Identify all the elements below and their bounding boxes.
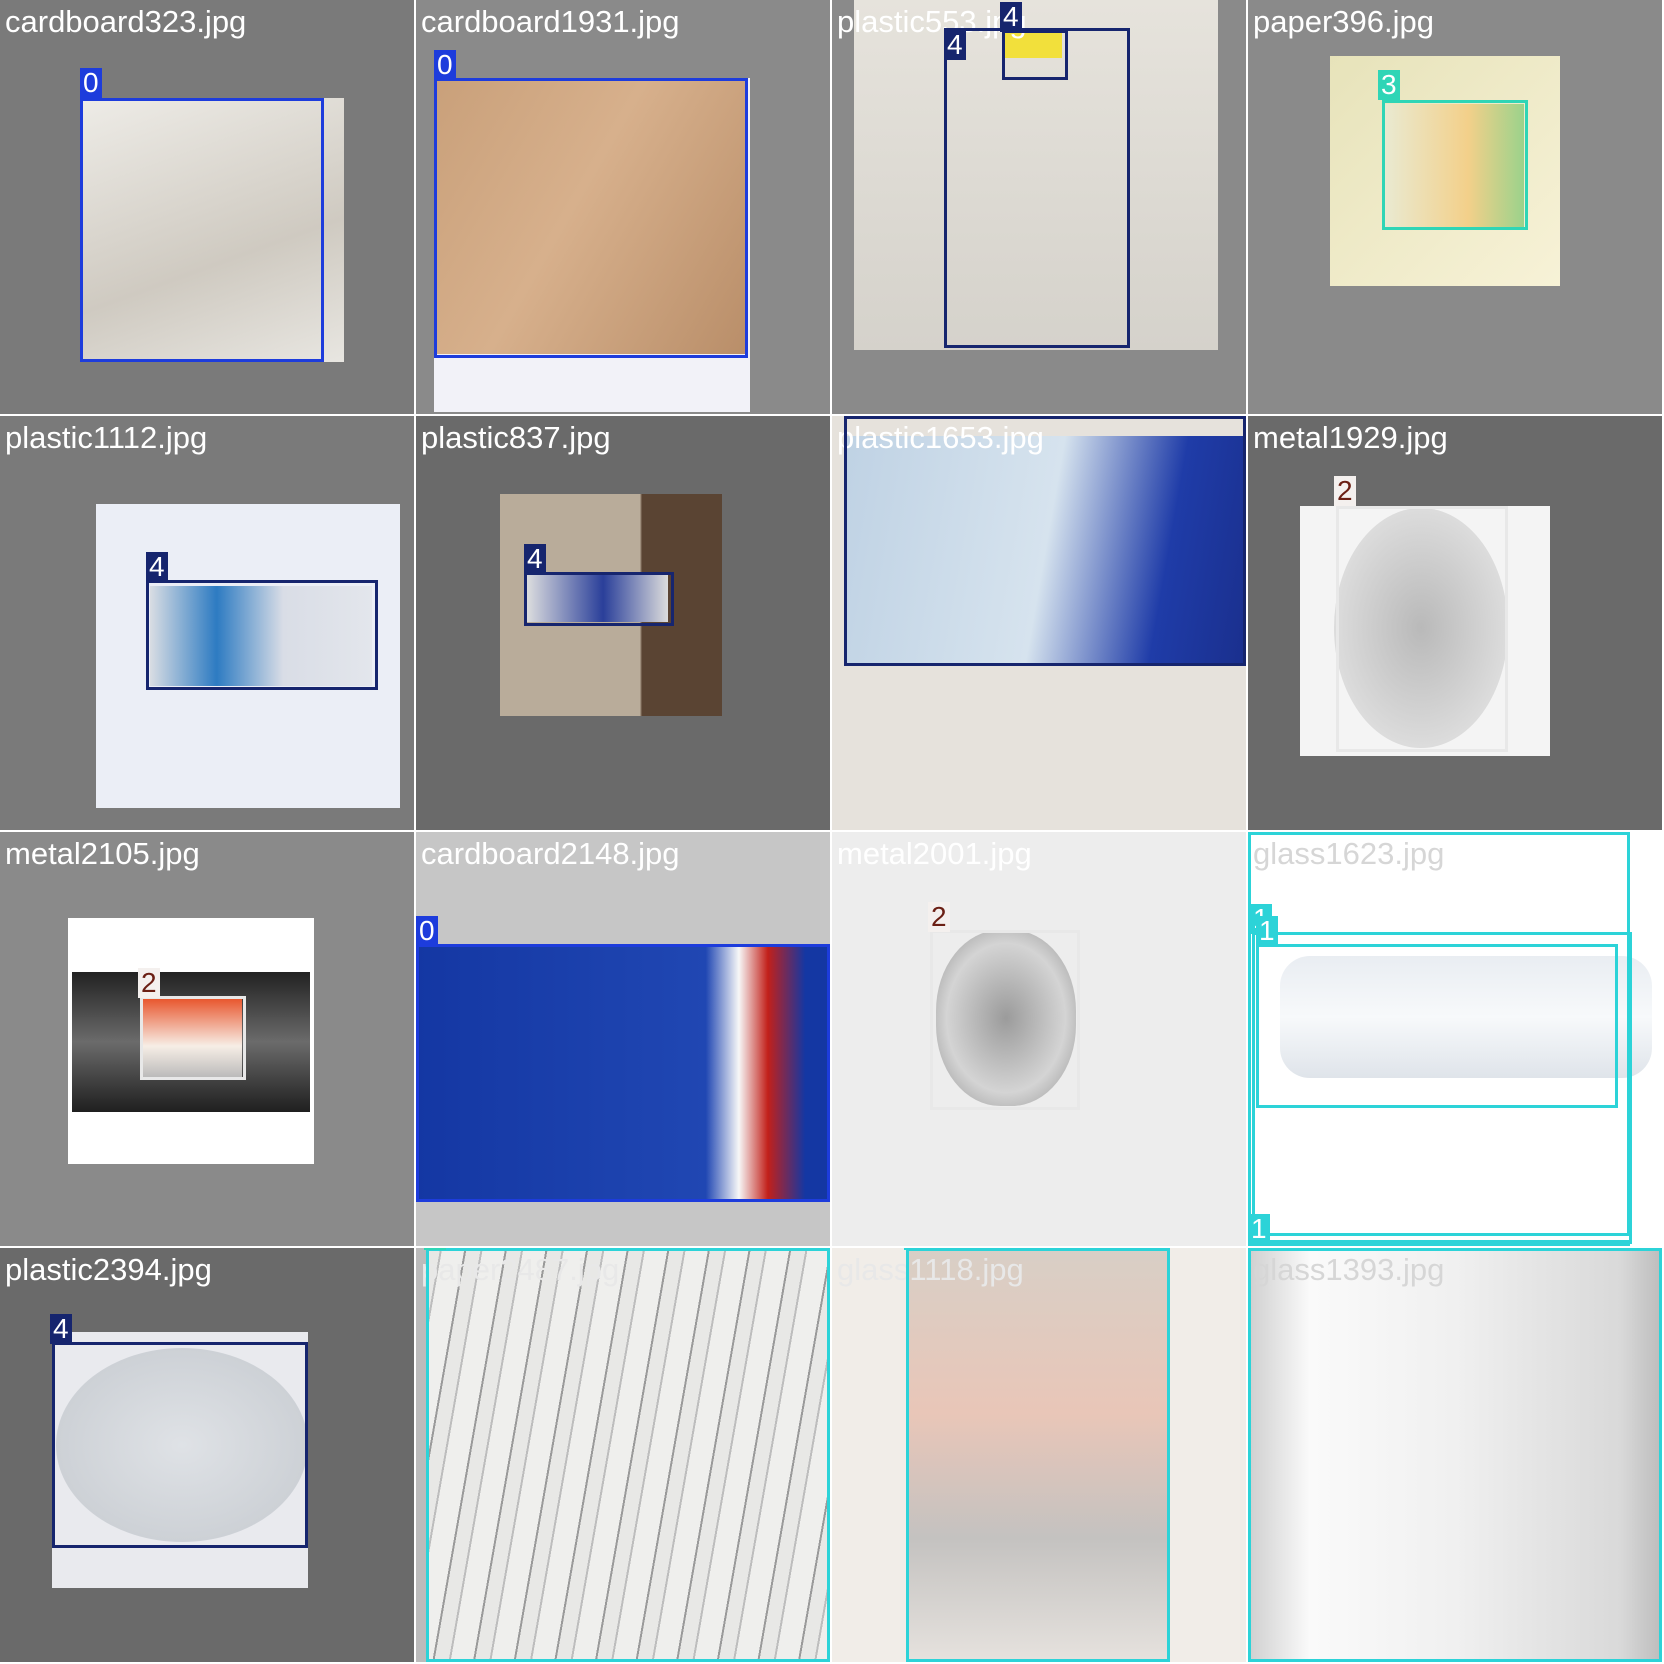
bbox-class-label: 4 [944,30,966,60]
tile-cardboard1931[interactable]: cardboard1931.jpg 0 [416,0,830,414]
bbox-class-label: 0 [80,68,102,98]
bbox [80,98,324,362]
bbox [1002,30,1068,80]
tile-plastic1653[interactable]: plastic1653.jpg 4 [832,416,1246,830]
tile-filename: cardboard1931.jpg [421,4,680,39]
bbox-class-label: 3 [1378,70,1400,100]
tile-metal1929[interactable]: metal1929.jpg 2 [1248,416,1662,830]
bbox [434,78,748,358]
bbox-class-label: 1 [1248,1214,1270,1244]
bbox [1248,1240,1630,1246]
tile-plastic553[interactable]: plastic553.jpg 4 4 [832,0,1246,414]
bbox [1336,506,1508,752]
tile-glass1393[interactable]: glass1393.jpg 1 [1248,1248,1662,1662]
bbox-class-label: 0 [416,916,438,946]
bbox-class-label: 1 [1248,1248,1270,1250]
tile-cardboard323[interactable]: cardboard323.jpg 0 [0,0,414,414]
bbox-class-label: 2 [138,968,160,998]
bbox-class-label: 4 [50,1314,72,1344]
tile-filename: metal2001.jpg [837,836,1032,871]
bbox [844,416,1246,666]
tile-filename: plastic2394.jpg [5,1252,212,1287]
bbox-class-label: 3 [424,1248,446,1250]
bbox [416,944,830,1202]
bbox-class-label: 0 [434,50,456,80]
bbox [52,1342,308,1548]
tile-metal2001[interactable]: metal2001.jpg 2 [832,832,1246,1246]
tile-filename: plastic1112.jpg [5,420,208,455]
tile-glass1118[interactable]: glass1118.jpg 1 [832,1248,1246,1662]
bbox-class-label: 1 [1256,916,1278,946]
bbox [140,996,246,1080]
tile-paper396[interactable]: paper396.jpg 3 [1248,0,1662,414]
bbox-class-label: 4 [146,552,168,582]
bbox [930,930,1080,1110]
bbox [1256,944,1618,1108]
bbox-class-label: 4 [1000,2,1022,32]
tile-paper2487[interactable]: paper2487.jpg 3 [416,1248,830,1662]
tile-filename: paper396.jpg [1253,4,1434,39]
tile-filename: metal1929.jpg [1253,420,1448,455]
tile-filename: cardboard2148.jpg [421,836,680,871]
bbox [146,580,378,690]
tile-plastic837[interactable]: plastic837.jpg 4 [416,416,830,830]
tile-filename: metal2105.jpg [5,836,200,871]
bbox-class-label: 1 [1248,832,1270,834]
bbox [524,572,674,626]
bbox-class-label: 1 [904,1248,926,1250]
tile-filename: plastic837.jpg [421,420,611,455]
bbox-class-label: 2 [928,902,950,932]
bbox [906,1248,1170,1662]
bbox [1248,1248,1662,1662]
tile-metal2105[interactable]: metal2105.jpg 2 [0,832,414,1246]
tile-plastic2394[interactable]: plastic2394.jpg 4 [0,1248,414,1662]
bbox-class-label: 4 [524,544,546,574]
mosaic-grid: cardboard323.jpg 0 cardboard1931.jpg 0 p… [0,0,1664,1664]
bbox [426,1248,830,1662]
bbox [1382,100,1528,230]
bbox-class-label: 2 [1334,476,1356,506]
tile-cardboard2148[interactable]: cardboard2148.jpg 0 [416,832,830,1246]
tile-glass1623[interactable]: glass1623.jpg 1 1 1 1 [1248,832,1662,1246]
tile-filename: cardboard323.jpg [5,4,247,39]
tile-plastic1112[interactable]: plastic1112.jpg 4 [0,416,414,830]
